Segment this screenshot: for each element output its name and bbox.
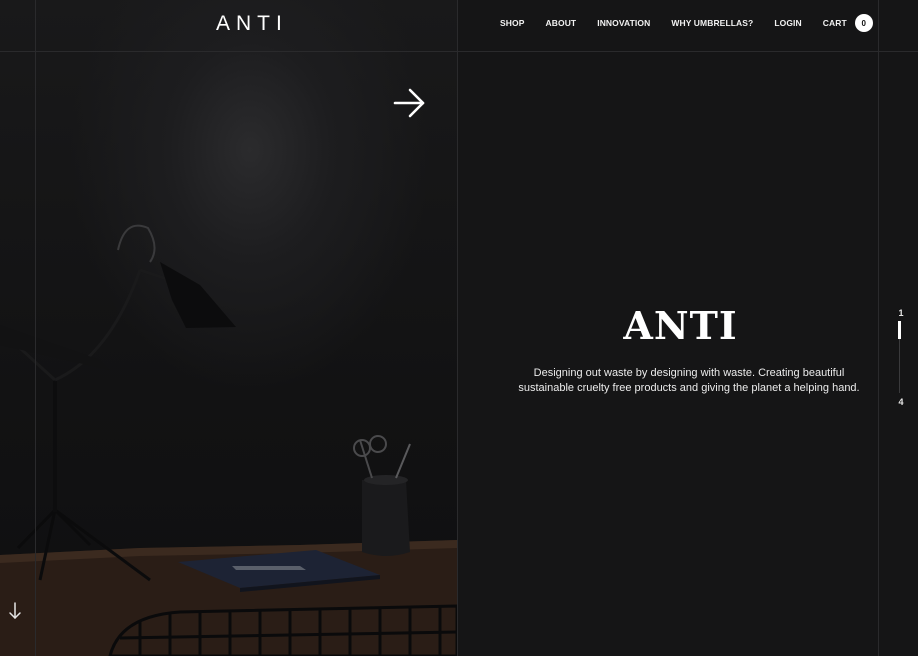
hero-photo (0, 0, 457, 656)
arrow-down-icon[interactable] (7, 601, 23, 621)
arrow-right-icon[interactable] (392, 86, 426, 120)
pager-current[interactable]: 1 (895, 308, 907, 318)
nav-item-about[interactable]: ABOUT (546, 18, 577, 28)
nav-item-shop[interactable]: SHOP (500, 18, 525, 28)
hero-tagline-line-2: sustainable cruelty free products and gi… (518, 382, 860, 394)
pager-progress (898, 321, 901, 339)
header-divider (0, 51, 918, 52)
hero-title: ANTI (623, 303, 738, 348)
hero-tagline: Designing out waste by designing with wa… (500, 366, 878, 396)
pager-total[interactable]: 4 (895, 397, 907, 407)
cart-count-badge[interactable]: 0 (854, 14, 873, 32)
desk-scene-illustration (0, 224, 457, 656)
main-nav: SHOP ABOUT INNOVATION WHY UMBRELLAS? LOG… (500, 13, 873, 33)
nav-item-innovation[interactable]: INNOVATION (597, 18, 650, 28)
hero-tagline-line-1: Designing out waste by designing with wa… (533, 367, 845, 379)
grid-line (35, 0, 36, 656)
nav-item-cart[interactable]: CART (823, 18, 847, 28)
nav-item-login[interactable]: LOGIN (774, 18, 801, 28)
nav-item-why-umbrellas[interactable]: WHY UMBRELLAS? (671, 18, 753, 28)
brand-logo[interactable]: ANTI (216, 11, 286, 37)
